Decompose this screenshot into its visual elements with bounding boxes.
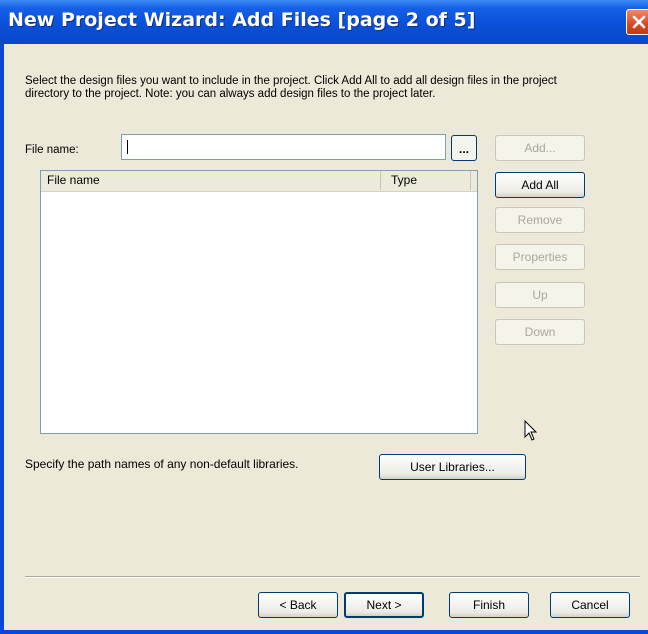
column-header-type[interactable]: Type	[381, 171, 471, 190]
finish-button[interactable]: Finish	[449, 592, 529, 618]
libraries-hint: Specify the path names of any non-defaul…	[25, 457, 299, 471]
properties-button[interactable]: Properties	[495, 244, 585, 270]
add-all-button[interactable]: Add All	[495, 172, 585, 198]
remove-button[interactable]: Remove	[495, 207, 585, 233]
footer-divider	[25, 576, 640, 578]
browse-button[interactable]: ...	[451, 135, 477, 161]
wizard-window: New Project Wizard: Add Files [page 2 of…	[0, 0, 648, 634]
file-name-input[interactable]	[128, 137, 438, 157]
window-title: New Project Wizard: Add Files [page 2 of…	[8, 9, 476, 31]
next-button[interactable]: Next >	[344, 592, 424, 618]
mouse-pointer-icon	[524, 419, 538, 447]
close-x-icon	[632, 15, 646, 29]
close-button[interactable]	[626, 9, 648, 35]
up-button[interactable]: Up	[495, 282, 585, 308]
down-button[interactable]: Down	[495, 319, 585, 345]
column-header-file-name[interactable]: File name	[41, 171, 381, 190]
title-bar[interactable]: New Project Wizard: Add Files [page 2 of…	[0, 0, 648, 44]
add-button[interactable]: Add...	[495, 135, 585, 161]
file-name-label: File name:	[25, 144, 79, 156]
dialog-body: Select the design files you want to incl…	[4, 44, 648, 630]
user-libraries-button[interactable]: User Libraries...	[379, 454, 526, 480]
file-list[interactable]: File name Type	[40, 170, 478, 434]
file-list-header: File name Type	[41, 171, 477, 192]
cancel-button[interactable]: Cancel	[550, 592, 630, 618]
file-name-field[interactable]	[121, 134, 446, 160]
back-button[interactable]: < Back	[258, 592, 338, 618]
instructions-text: Select the design files you want to incl…	[25, 75, 557, 100]
